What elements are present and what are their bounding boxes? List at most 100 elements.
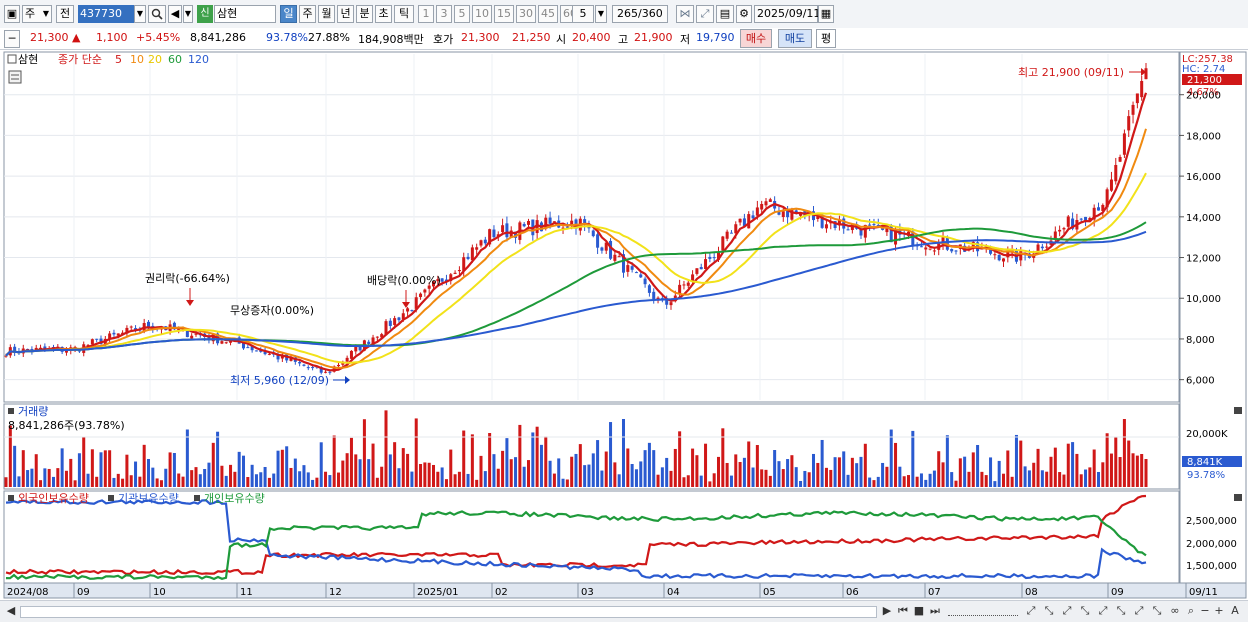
interval-value-field[interactable]: 5 bbox=[572, 5, 594, 23]
volume-last-pct: 93.78% bbox=[1187, 470, 1225, 481]
zoom-tool-icon-5[interactable]: ⤢ bbox=[1096, 604, 1110, 618]
stock-name-field[interactable]: 삼현 bbox=[214, 5, 276, 23]
volume-bar bbox=[125, 454, 129, 487]
volume-bar bbox=[237, 451, 241, 487]
draw-tool-icon[interactable]: ⤢ bbox=[696, 5, 714, 23]
open-value: 20,400 bbox=[572, 31, 611, 44]
volume-bar bbox=[634, 469, 638, 487]
scrollbar-track[interactable] bbox=[20, 606, 877, 618]
candle-body bbox=[302, 364, 306, 366]
eval-button[interactable]: 평 bbox=[816, 29, 836, 48]
period-day-button[interactable]: 일 bbox=[280, 5, 297, 23]
volume-bar bbox=[872, 480, 876, 487]
volume-bar bbox=[1101, 462, 1105, 487]
period-year-button[interactable]: 년 bbox=[337, 5, 354, 23]
search-icon[interactable] bbox=[148, 5, 166, 23]
gear-icon[interactable]: ⚙ bbox=[736, 5, 752, 23]
sell-button[interactable]: 매도 bbox=[778, 29, 812, 48]
buy-button[interactable]: 매수 bbox=[740, 29, 772, 48]
volume-bar bbox=[626, 448, 630, 487]
volume-bar bbox=[816, 462, 820, 487]
zoom-tool-icon-2[interactable]: ⤡ bbox=[1042, 604, 1056, 618]
scroll-left-icon[interactable]: ◀ bbox=[4, 604, 18, 618]
interval-3-button[interactable]: 3 bbox=[436, 5, 452, 23]
volume-bar bbox=[699, 475, 703, 487]
link-icon[interactable]: ∞ bbox=[1168, 604, 1182, 618]
market-button[interactable]: 전 bbox=[56, 5, 74, 23]
candle-body bbox=[686, 282, 690, 286]
volume-bar bbox=[548, 460, 552, 487]
zoom-tool-icon-6[interactable]: ⤡ bbox=[1114, 604, 1128, 618]
speed-slider[interactable] bbox=[948, 605, 1018, 616]
ma-20-label: 20 bbox=[148, 53, 162, 66]
interval-45-button[interactable]: 45 bbox=[538, 5, 558, 23]
volume-bar bbox=[751, 467, 755, 487]
speaker-icon[interactable]: ◀ bbox=[168, 5, 182, 23]
candle-body bbox=[600, 247, 604, 251]
rewind-icon[interactable]: ⏮ bbox=[896, 604, 910, 618]
stock-name-label: 삼현 bbox=[18, 53, 38, 66]
interval-5-button[interactable]: 5 bbox=[454, 5, 470, 23]
volume-bar bbox=[60, 448, 64, 487]
volume-bar bbox=[906, 475, 911, 487]
volume-bar bbox=[691, 448, 695, 487]
holding-close-icon[interactable] bbox=[1234, 494, 1242, 501]
interval-1-button[interactable]: 1 bbox=[418, 5, 434, 23]
period-second-button[interactable]: 초 bbox=[375, 5, 392, 23]
interval-10-button[interactable]: 10 bbox=[472, 5, 492, 23]
holding-panel-icon[interactable] bbox=[8, 495, 14, 501]
zoom-tool-icon-7[interactable]: ⤢ bbox=[1132, 604, 1146, 618]
period-month-button[interactable]: 월 bbox=[318, 5, 335, 23]
count-field[interactable]: 265/360 bbox=[612, 5, 668, 23]
volume-bar bbox=[678, 431, 682, 487]
date-field[interactable]: 2025/09/11 bbox=[754, 5, 820, 23]
code-dropdown-icon[interactable]: ▼ bbox=[134, 5, 146, 23]
interval-15-button[interactable]: 15 bbox=[494, 5, 514, 23]
code-input[interactable]: 437730 bbox=[78, 5, 134, 23]
volume-bar bbox=[682, 477, 686, 487]
calendar-icon[interactable]: ▦ bbox=[818, 5, 834, 23]
volume-close-icon[interactable] bbox=[1234, 407, 1242, 414]
period-week-button[interactable]: 주 bbox=[299, 5, 316, 23]
volume-bar bbox=[898, 466, 902, 487]
volume-bar bbox=[643, 450, 647, 487]
volume-bar bbox=[427, 462, 431, 487]
zoom-out-icon[interactable]: − bbox=[1198, 604, 1212, 618]
volume-bar bbox=[561, 478, 565, 487]
volume-bar bbox=[794, 467, 798, 487]
forward-icon[interactable]: ⏭ bbox=[928, 604, 942, 618]
interval-dropdown-icon[interactable]: ▼ bbox=[595, 5, 607, 23]
period-tick-button[interactable]: 틱 bbox=[394, 5, 414, 23]
volume-bar bbox=[367, 459, 371, 487]
candle-body bbox=[505, 223, 509, 238]
font-size-icon[interactable]: A bbox=[1228, 604, 1242, 618]
volume-bar bbox=[544, 436, 548, 487]
save-icon[interactable]: ▤ bbox=[716, 5, 734, 23]
speaker-dropdown-icon[interactable]: ▼ bbox=[183, 5, 193, 23]
volume-bar bbox=[185, 429, 189, 487]
volume-bar bbox=[254, 474, 258, 487]
volume-value-label: 8,841,286주(93.78%) bbox=[8, 419, 125, 432]
period-minute-button[interactable]: 분 bbox=[356, 5, 373, 23]
stop-icon[interactable]: ■ bbox=[912, 604, 926, 618]
volume-bar bbox=[609, 422, 613, 487]
zoom-tool-icon-8[interactable]: ⤡ bbox=[1150, 604, 1164, 618]
compare-icon[interactable]: ⋈ bbox=[676, 5, 694, 23]
volume-bar bbox=[621, 418, 626, 487]
candle-body bbox=[708, 256, 712, 259]
interval-30-button[interactable]: 30 bbox=[516, 5, 536, 23]
zoom-tool-icon-4[interactable]: ⤡ bbox=[1078, 604, 1092, 618]
grid-toggle-icon[interactable] bbox=[8, 70, 22, 84]
scroll-right-icon[interactable]: ▶ bbox=[880, 604, 894, 618]
layout-icon[interactable]: ▣ bbox=[4, 5, 20, 23]
candle-body bbox=[781, 211, 785, 218]
zoom-tool-icon-1[interactable]: ⤢ bbox=[1024, 604, 1038, 618]
volume-panel-icon[interactable] bbox=[8, 408, 14, 414]
type-select[interactable]: 주 ▼ bbox=[22, 5, 52, 23]
magnifier-icon[interactable]: ⌕ bbox=[1184, 604, 1198, 618]
dividend-annotation: 배당락(0.00%) bbox=[367, 274, 441, 287]
candle-body bbox=[483, 239, 487, 244]
quote-toggle-icon[interactable]: ─ bbox=[4, 30, 20, 48]
zoom-in-icon[interactable]: + bbox=[1212, 604, 1226, 618]
zoom-tool-icon-3[interactable]: ⤢ bbox=[1060, 604, 1074, 618]
